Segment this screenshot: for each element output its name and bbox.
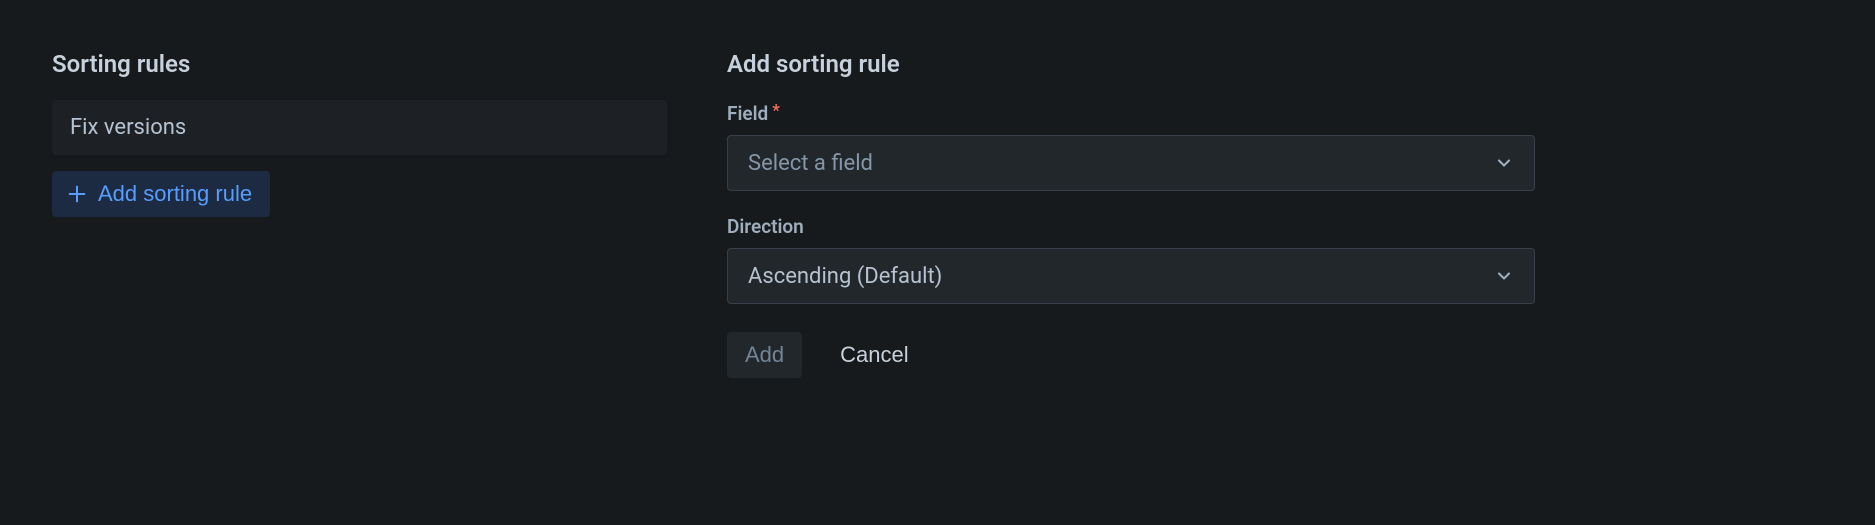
sorting-rule-item[interactable]: Fix versions xyxy=(52,100,667,155)
add-sorting-rule-label: Add sorting rule xyxy=(98,181,252,207)
cancel-button[interactable]: Cancel xyxy=(822,332,926,378)
form-actions: Add Cancel xyxy=(727,332,1535,378)
field-select[interactable]: Select a field xyxy=(727,135,1535,191)
sorting-rules-panel: Sorting rules Fix versions Add sorting r… xyxy=(52,50,667,378)
direction-label: Direction xyxy=(727,215,1535,238)
add-sorting-rule-button[interactable]: Add sorting rule xyxy=(52,171,270,217)
add-sorting-rule-form: Add sorting rule Field * Select a field … xyxy=(727,50,1535,378)
field-label-text: Field xyxy=(727,102,768,125)
direction-select[interactable]: Ascending (Default) xyxy=(727,248,1535,304)
add-button[interactable]: Add xyxy=(727,332,802,378)
sorting-rules-heading: Sorting rules xyxy=(52,50,667,78)
chevron-down-icon xyxy=(1494,266,1514,286)
direction-select-value: Ascending (Default) xyxy=(748,264,942,289)
sorting-rule-label: Fix versions xyxy=(70,115,186,140)
field-label: Field * xyxy=(727,102,1535,125)
add-sorting-rule-heading: Add sorting rule xyxy=(727,50,1535,78)
direction-label-text: Direction xyxy=(727,215,804,238)
required-indicator-icon: * xyxy=(772,103,780,120)
field-select-placeholder: Select a field xyxy=(748,151,873,176)
chevron-down-icon xyxy=(1494,153,1514,173)
plus-icon xyxy=(66,183,88,205)
